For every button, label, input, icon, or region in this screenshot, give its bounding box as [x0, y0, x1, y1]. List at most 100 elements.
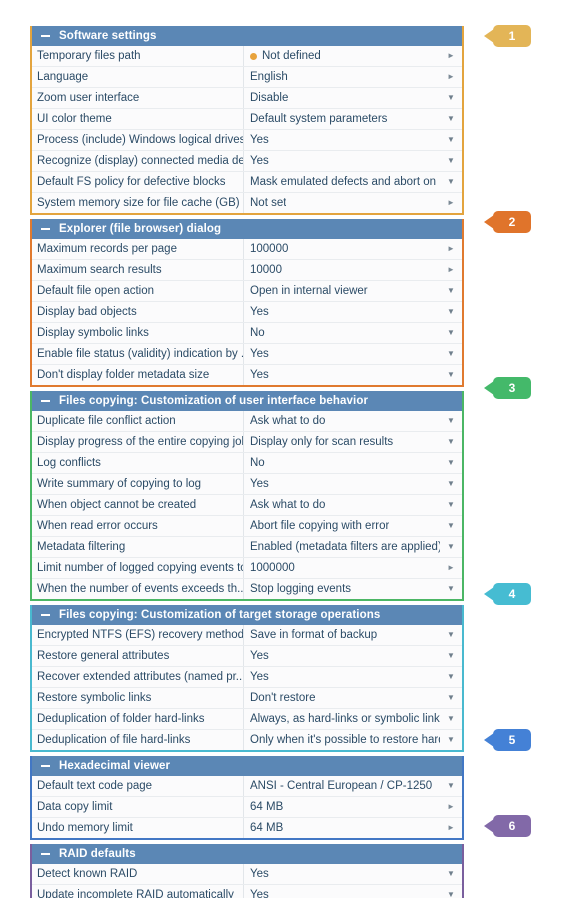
- setting-value[interactable]: Stop logging events: [244, 579, 440, 599]
- settings-row[interactable]: Default FS policy for defective blocks Ma…: [32, 172, 462, 193]
- section-header-files-copying-customization-of-target-storage-op[interactable]: Files copying: Customization of target s…: [32, 605, 462, 625]
- setting-value[interactable]: Yes: [244, 885, 440, 898]
- triangle-down-icon[interactable]: ▼: [440, 688, 462, 708]
- section-header-files-copying-customization-of-user-interface-be[interactable]: Files copying: Customization of user int…: [32, 391, 462, 411]
- triangle-down-icon[interactable]: ▼: [440, 453, 462, 473]
- settings-row[interactable]: Display bad objects Yes ▼: [32, 302, 462, 323]
- triangle-down-icon[interactable]: ▼: [440, 646, 462, 666]
- triangle-right-icon[interactable]: ►: [440, 193, 462, 213]
- settings-row[interactable]: When read error occurs Abort file copying…: [32, 516, 462, 537]
- setting-value[interactable]: 100000: [244, 239, 440, 259]
- triangle-right-icon[interactable]: ►: [440, 797, 462, 817]
- setting-value[interactable]: Yes: [244, 365, 440, 385]
- triangle-down-icon[interactable]: ▼: [440, 323, 462, 343]
- settings-row[interactable]: Deduplication of file hard-links Only whe…: [32, 730, 462, 750]
- settings-row[interactable]: Default text code page ANSI - Central Eur…: [32, 776, 462, 797]
- minus-icon[interactable]: [40, 609, 52, 621]
- settings-row[interactable]: Restore symbolic links Don't restore ▼: [32, 688, 462, 709]
- setting-value[interactable]: Yes: [244, 474, 440, 494]
- settings-row[interactable]: Maximum search results 10000 ►: [32, 260, 462, 281]
- minus-icon[interactable]: [40, 30, 52, 42]
- triangle-right-icon[interactable]: ►: [440, 260, 462, 280]
- setting-value[interactable]: Ask what to do: [244, 495, 440, 515]
- triangle-down-icon[interactable]: ▼: [440, 885, 462, 898]
- triangle-down-icon[interactable]: ▼: [440, 411, 462, 431]
- settings-row[interactable]: Restore general attributes Yes ▼: [32, 646, 462, 667]
- settings-row[interactable]: Display symbolic links No ▼: [32, 323, 462, 344]
- setting-value[interactable]: Yes: [244, 130, 440, 150]
- settings-row[interactable]: Detect known RAID Yes ▼: [32, 864, 462, 885]
- triangle-down-icon[interactable]: ▼: [440, 579, 462, 599]
- setting-value[interactable]: No: [244, 453, 440, 473]
- settings-row[interactable]: Duplicate file conflict action Ask what t…: [32, 411, 462, 432]
- setting-value[interactable]: Abort file copying with error: [244, 516, 440, 536]
- minus-icon[interactable]: [40, 848, 52, 860]
- triangle-down-icon[interactable]: ▼: [440, 344, 462, 364]
- settings-row[interactable]: Default file open action Open in internal…: [32, 281, 462, 302]
- setting-value[interactable]: Save in format of backup: [244, 625, 440, 645]
- setting-value[interactable]: Yes: [244, 302, 440, 322]
- setting-value[interactable]: 64 MB: [244, 818, 440, 838]
- triangle-down-icon[interactable]: ▼: [440, 302, 462, 322]
- minus-icon[interactable]: [40, 395, 52, 407]
- triangle-down-icon[interactable]: ▼: [440, 537, 462, 557]
- settings-row[interactable]: When object cannot be created Ask what to…: [32, 495, 462, 516]
- section-header-explorer-file-browser-dialog[interactable]: Explorer (file browser) dialog: [32, 219, 462, 239]
- setting-value[interactable]: Display only for scan results: [244, 432, 440, 452]
- triangle-right-icon[interactable]: ►: [440, 46, 462, 66]
- setting-value[interactable]: Yes: [244, 151, 440, 171]
- setting-value[interactable]: Disable: [244, 88, 440, 108]
- setting-value[interactable]: Default system parameters: [244, 109, 440, 129]
- triangle-down-icon[interactable]: ▼: [440, 516, 462, 536]
- setting-value[interactable]: Yes: [244, 667, 440, 687]
- setting-value[interactable]: Yes: [244, 646, 440, 666]
- setting-value[interactable]: 64 MB: [244, 797, 440, 817]
- settings-row[interactable]: Maximum records per page 100000 ►: [32, 239, 462, 260]
- setting-value[interactable]: Don't restore: [244, 688, 440, 708]
- triangle-down-icon[interactable]: ▼: [440, 709, 462, 729]
- setting-value[interactable]: Mask emulated defects and abort on no: [244, 172, 440, 192]
- triangle-down-icon[interactable]: ▼: [440, 365, 462, 385]
- triangle-down-icon[interactable]: ▼: [440, 730, 462, 750]
- settings-row[interactable]: Language English ►: [32, 67, 462, 88]
- settings-row[interactable]: Recognize (display) connected media de..…: [32, 151, 462, 172]
- setting-value[interactable]: Not set: [244, 193, 440, 213]
- triangle-right-icon[interactable]: ►: [440, 558, 462, 578]
- setting-value[interactable]: Yes: [244, 864, 440, 884]
- triangle-down-icon[interactable]: ▼: [440, 88, 462, 108]
- settings-row[interactable]: UI color theme Default system parameters ▼: [32, 109, 462, 130]
- setting-value[interactable]: 10000: [244, 260, 440, 280]
- minus-icon[interactable]: [40, 223, 52, 235]
- section-header-software-settings[interactable]: Software settings: [32, 26, 462, 46]
- triangle-down-icon[interactable]: ▼: [440, 625, 462, 645]
- setting-value[interactable]: Ask what to do: [244, 411, 440, 431]
- setting-value[interactable]: Only when it's possible to restore hard-…: [244, 730, 440, 750]
- settings-row[interactable]: Metadata filtering Enabled (metadata filt…: [32, 537, 462, 558]
- triangle-down-icon[interactable]: ▼: [440, 776, 462, 796]
- triangle-down-icon[interactable]: ▼: [440, 130, 462, 150]
- triangle-down-icon[interactable]: ▼: [440, 495, 462, 515]
- settings-row[interactable]: Enable file status (validity) indication…: [32, 344, 462, 365]
- triangle-down-icon[interactable]: ▼: [440, 432, 462, 452]
- triangle-right-icon[interactable]: ►: [440, 818, 462, 838]
- settings-row[interactable]: Don't display folder metadata size Yes ▼: [32, 365, 462, 385]
- triangle-down-icon[interactable]: ▼: [440, 281, 462, 301]
- settings-row[interactable]: Zoom user interface Disable ▼: [32, 88, 462, 109]
- settings-row[interactable]: Process (include) Windows logical drives…: [32, 130, 462, 151]
- settings-row[interactable]: Write summary of copying to log Yes ▼: [32, 474, 462, 495]
- triangle-down-icon[interactable]: ▼: [440, 667, 462, 687]
- triangle-down-icon[interactable]: ▼: [440, 151, 462, 171]
- section-header-raid-defaults[interactable]: RAID defaults: [32, 844, 462, 864]
- settings-row[interactable]: Log conflicts No ▼: [32, 453, 462, 474]
- minus-icon[interactable]: [40, 760, 52, 772]
- settings-row[interactable]: Temporary files path Not defined ►: [32, 46, 462, 67]
- settings-row[interactable]: Recover extended attributes (named pr...…: [32, 667, 462, 688]
- settings-row[interactable]: Update incomplete RAID automatically Yes ▼: [32, 885, 462, 898]
- settings-row[interactable]: Display progress of the entire copying j…: [32, 432, 462, 453]
- triangle-down-icon[interactable]: ▼: [440, 864, 462, 884]
- setting-value[interactable]: Yes: [244, 344, 440, 364]
- settings-row[interactable]: Undo memory limit 64 MB ►: [32, 818, 462, 838]
- section-header-hexadecimal-viewer[interactable]: Hexadecimal viewer: [32, 756, 462, 776]
- setting-value[interactable]: ANSI - Central European / CP-1250: [244, 776, 440, 796]
- settings-row[interactable]: Data copy limit 64 MB ►: [32, 797, 462, 818]
